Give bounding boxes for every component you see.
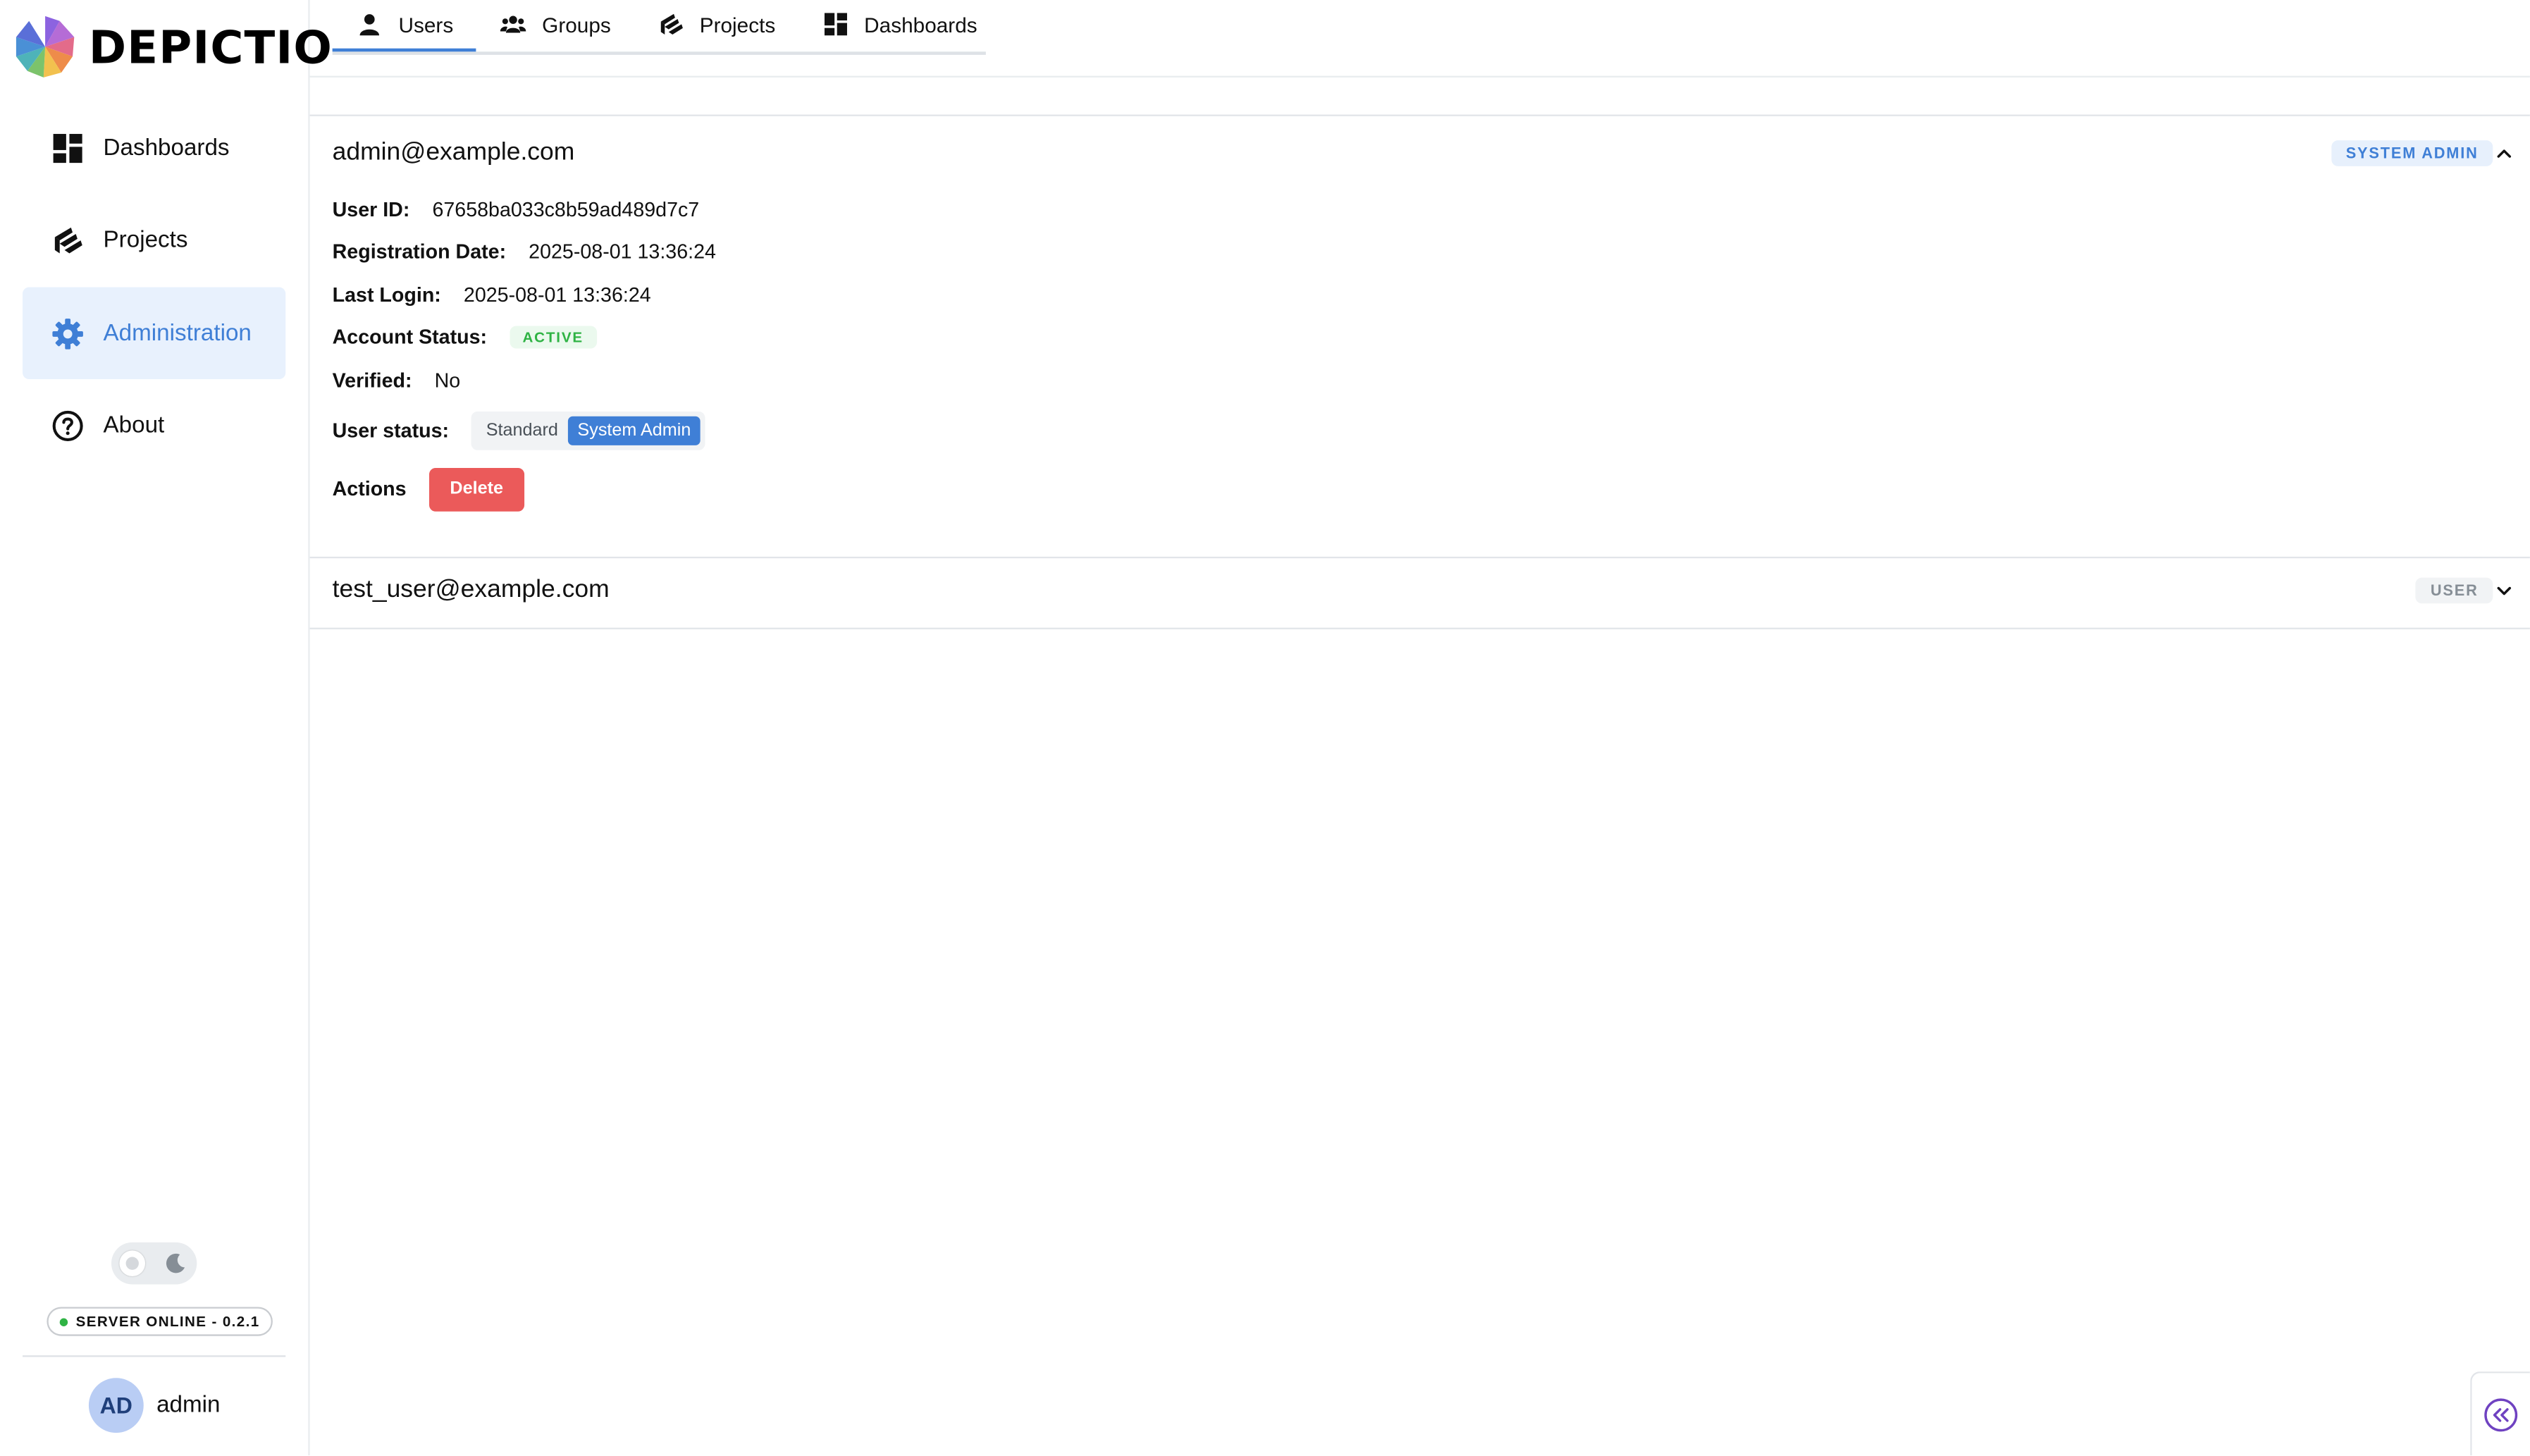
field-label: Verified: [332,369,412,392]
sun-icon [119,1250,146,1276]
sidebar-item-about[interactable]: About [23,380,285,472]
admin-tabs: Users Groups Projects Dashboards [332,0,986,55]
user-status-segmented-control: Standard System Admin [471,410,706,450]
actions-row: Actions Delete [333,467,2507,511]
tab-label: Groups [542,12,611,37]
field-label: User status: [332,419,450,442]
sidebar-item-label: Dashboards [103,135,230,161]
dashboard-icon [51,132,84,164]
sidebar: DEPICTIO Dashboards Projects Administrat… [0,0,332,1456]
field-label: Account Status: [332,326,488,350]
sidebar-item-label: Projects [103,227,188,254]
user-email: test_user@example.com [332,576,610,604]
divider [309,75,2530,78]
main-content: Users Groups Projects Dashboards admin@e… [309,0,2530,1456]
user-icon [357,11,383,37]
projects-icon [658,11,684,37]
moon-icon [166,1253,185,1273]
registration-date-value: 2025-08-01 13:36:24 [529,240,716,264]
sidebar-item-administration[interactable]: Administration [23,287,286,380]
projects-icon [51,224,84,257]
verified-value: No [434,369,461,392]
user-id-row: User ID: 67658ba033c8b59ad489d7c7 [333,197,2507,221]
tab-projects[interactable]: Projects [634,0,798,49]
user-email: admin@example.com [332,138,575,166]
dashboard-icon [822,11,849,37]
user-menu[interactable]: AD admin [88,1378,221,1433]
role-badge: USER [2416,577,2493,604]
role-badge: SYSTEM ADMIN [2331,140,2493,166]
collapse-panel-button[interactable] [2470,1371,2530,1456]
last-login-row: Last Login: 2025-08-01 13:36:24 [333,283,2507,307]
logo[interactable]: DEPICTIO [13,15,333,80]
tab-label: Projects [699,12,776,37]
groups-icon [500,11,526,37]
sidebar-item-label: About [103,413,165,439]
gear-icon [51,317,84,350]
chevron-up-icon[interactable] [2495,144,2514,163]
tab-label: Users [398,12,454,37]
last-login-value: 2025-08-01 13:36:24 [463,283,651,307]
sidebar-item-projects[interactable]: Projects [23,195,285,287]
delete-button[interactable]: Delete [428,467,524,511]
chevrons-left-icon [2484,1398,2518,1432]
user-accordion-header[interactable]: admin@example.com SYSTEM ADMIN [310,116,2530,190]
field-label: Actions [332,477,407,500]
user-accordion-item: admin@example.com SYSTEM ADMIN User ID: … [309,114,2530,558]
sidebar-item-label: Administration [103,320,252,347]
field-label: Registration Date: [332,240,507,264]
status-badge: ACTIVE [510,326,597,350]
user-status-row: User status: Standard System Admin [332,410,2507,450]
app-root: DEPICTIO Dashboards Projects Administrat… [0,0,2530,1456]
status-dot-icon [59,1317,68,1326]
server-status-text: SERVER ONLINE - 0.2.1 [75,1313,260,1330]
user-accordion-header[interactable]: test_user@example.com USER [310,553,2530,627]
verified-row: Verified: No [333,368,2507,393]
user-id-value: 67658ba033c8b59ad489d7c7 [432,198,700,221]
logo-text: DEPICTIO [88,20,333,74]
user-status-option-system-admin[interactable]: System Admin [567,415,701,445]
user-details: User ID: 67658ba033c8b59ad489d7c7 Regist… [310,190,2530,556]
question-circle-icon [51,410,84,443]
user-status-option-standard[interactable]: Standard [476,416,568,445]
sidebar-item-dashboards[interactable]: Dashboards [23,101,285,194]
avatar: AD [88,1378,144,1433]
user-accordion-item: test_user@example.com USER [309,553,2530,629]
field-label: User ID: [332,198,410,221]
tab-label: Dashboards [864,12,977,37]
registration-date-row: Registration Date: 2025-08-01 13:36:24 [333,240,2507,264]
account-status-row: Account Status: ACTIVE [333,325,2507,350]
divider [23,1355,286,1357]
logo-icon [16,16,75,78]
username: admin [156,1392,221,1419]
tab-groups[interactable]: Groups [476,0,634,49]
chevron-down-icon[interactable] [2495,581,2514,600]
tab-dashboards[interactable]: Dashboards [798,0,999,49]
sidebar-nav: Dashboards Projects Administration About [23,101,286,473]
tab-users[interactable]: Users [332,0,476,52]
server-status-badge: SERVER ONLINE - 0.2.1 [47,1307,273,1336]
theme-toggle[interactable] [111,1242,197,1285]
field-label: Last Login: [332,283,441,307]
